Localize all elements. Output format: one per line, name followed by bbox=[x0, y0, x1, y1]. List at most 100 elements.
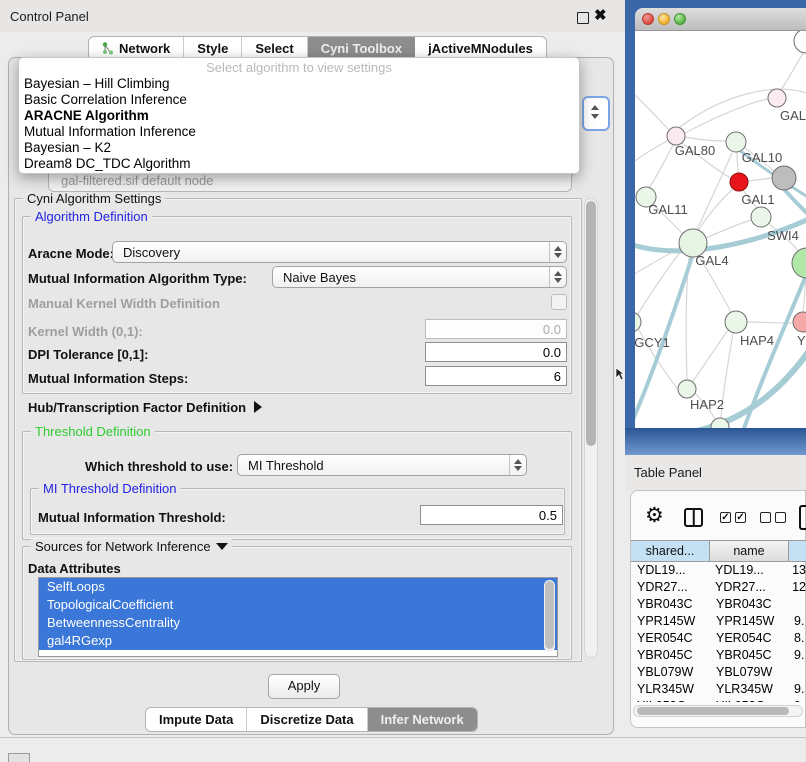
deselect-all-checkboxes-icon[interactable] bbox=[760, 512, 786, 523]
table-row[interactable]: YBR045CYBR045C9. bbox=[631, 647, 806, 664]
select-all-checkboxes-icon[interactable]: ✓✓ bbox=[720, 512, 746, 523]
manual-kernel-checkbox[interactable] bbox=[551, 294, 567, 310]
dpi-tolerance-label: DPI Tolerance [0,1]: bbox=[28, 347, 148, 362]
network-node-hap2[interactable] bbox=[678, 380, 696, 398]
algorithm-option[interactable]: Bayesian – Hill Climbing bbox=[19, 76, 579, 92]
table-row[interactable]: YDR27...YDR27...12 bbox=[631, 579, 806, 596]
table-cell: YER054C bbox=[710, 630, 789, 647]
network-node[interactable] bbox=[794, 31, 806, 53]
bottom-corner-button[interactable] bbox=[8, 753, 30, 762]
float-window-button[interactable] bbox=[577, 12, 589, 24]
table-hscrollbar-thumb[interactable] bbox=[637, 707, 789, 715]
network-node-gal1[interactable] bbox=[730, 173, 748, 191]
table-row[interactable]: YPR145WYPR145W9. bbox=[631, 613, 806, 630]
gear-icon[interactable]: ⚙ bbox=[645, 505, 664, 526]
algorithm-option[interactable]: ARACNE Algorithm bbox=[19, 108, 579, 124]
table-row[interactable]: YBL079WYBL079W bbox=[631, 664, 806, 681]
network-frame-band bbox=[625, 428, 806, 455]
table-cell: YDL19... bbox=[709, 562, 787, 579]
tab-network-label: Network bbox=[119, 41, 170, 56]
manual-kernel-label: Manual Kernel Width Definition bbox=[28, 296, 220, 311]
network-node[interactable] bbox=[772, 166, 796, 190]
focused-spinner-remnant[interactable] bbox=[582, 96, 610, 131]
which-threshold-combo[interactable]: MI Threshold bbox=[237, 454, 527, 476]
kernel-width-field[interactable]: 0.0 bbox=[425, 319, 567, 339]
algorithm-dropdown-placeholder: Select algorithm to view settings bbox=[19, 58, 579, 76]
mi-type-combo[interactable]: Naive Bayes bbox=[272, 266, 567, 288]
algorithm-option[interactable]: Mutual Information Inference bbox=[19, 124, 579, 140]
network-node-y[interactable] bbox=[793, 312, 806, 332]
network-node-label: GCY1 bbox=[635, 335, 670, 350]
close-window-icon[interactable] bbox=[642, 13, 654, 25]
hub-definition-toggle[interactable]: Hub/Transcription Factor Definition bbox=[28, 400, 262, 415]
data-attributes-label: Data Attributes bbox=[28, 561, 121, 576]
aracne-mode-value: Discovery bbox=[113, 245, 549, 260]
table-cell: YBR043C bbox=[710, 596, 789, 613]
bottom-divider bbox=[0, 737, 806, 738]
network-edge bbox=[698, 190, 732, 231]
network-node-swi4[interactable] bbox=[751, 207, 771, 227]
network-edge bbox=[743, 278, 805, 428]
attributes-scrollbar[interactable] bbox=[544, 580, 555, 652]
table-row[interactable]: YER054CYER054C8. bbox=[631, 630, 806, 647]
network-canvas[interactable]: GALGAL80GAL10GAL1GAL11SWI4GAL4GCY1HAP4YH… bbox=[635, 31, 806, 428]
column-header-name[interactable]: name bbox=[710, 540, 789, 562]
attributes-scrollbar-thumb[interactable] bbox=[545, 581, 554, 649]
tab-infer-network[interactable]: Infer Network bbox=[368, 708, 477, 731]
kernel-width-label: Kernel Width (0,1): bbox=[28, 324, 143, 339]
network-node-gal[interactable] bbox=[768, 89, 786, 107]
network-window-titlebar[interactable] bbox=[635, 8, 806, 31]
aracne-mode-combo[interactable]: Discovery bbox=[112, 241, 567, 263]
network-node-hap4[interactable] bbox=[725, 311, 747, 333]
mi-steps-label: Mutual Information Steps: bbox=[28, 371, 188, 386]
split-columns-icon[interactable] bbox=[684, 508, 703, 527]
dpi-tolerance-field[interactable]: 0.0 bbox=[425, 342, 567, 362]
table-row[interactable]: YIL052CYIL052C9 bbox=[631, 698, 806, 702]
algorithm-option[interactable]: Basic Correlation Inference bbox=[19, 92, 579, 108]
settings-scrollbar[interactable] bbox=[584, 198, 598, 658]
network-node[interactable] bbox=[792, 248, 806, 278]
which-threshold-value: MI Threshold bbox=[238, 458, 509, 473]
close-panel-button[interactable]: ✖ bbox=[594, 6, 607, 24]
network-edge bbox=[635, 91, 668, 129]
table-row[interactable]: YBR043CYBR043C bbox=[631, 596, 806, 613]
column-header-shared[interactable]: shared... bbox=[631, 540, 710, 562]
data-attribute-item[interactable]: SelfLoops bbox=[39, 578, 557, 596]
data-attribute-item[interactable]: gal4RGexp bbox=[39, 632, 557, 650]
network-node-gcy1[interactable] bbox=[635, 312, 641, 332]
table-cell: YBR045C bbox=[710, 647, 789, 664]
table-cell: YDR27... bbox=[631, 579, 709, 596]
table-panel-title: Table Panel bbox=[634, 465, 702, 480]
algorithm-option[interactable]: Dream8 DC_TDC Algorithm bbox=[19, 156, 579, 172]
apply-button[interactable]: Apply bbox=[268, 674, 340, 699]
zoom-window-icon[interactable] bbox=[674, 13, 686, 25]
tab-discretize-data[interactable]: Discretize Data bbox=[247, 708, 367, 731]
table-cell: 9 bbox=[789, 698, 801, 702]
data-attribute-item[interactable]: TopologicalCoefficient bbox=[39, 596, 557, 614]
mi-steps-field[interactable]: 6 bbox=[425, 366, 567, 386]
combo-stepper-icon bbox=[549, 242, 566, 262]
mi-threshold-field[interactable]: 0.5 bbox=[420, 505, 563, 525]
table-row[interactable]: YDL19...YDL19...13 bbox=[631, 562, 806, 579]
network-node-gal10[interactable] bbox=[726, 132, 746, 152]
tab-impute-data[interactable]: Impute Data bbox=[146, 708, 247, 731]
table-hscrollbar[interactable] bbox=[633, 705, 803, 717]
network-edge bbox=[685, 137, 727, 141]
minimize-window-icon[interactable] bbox=[658, 13, 670, 25]
sources-legend[interactable]: Sources for Network Inference bbox=[31, 539, 232, 554]
collapse-down-icon bbox=[216, 543, 228, 550]
table-row[interactable]: YLR345WYLR345W9. bbox=[631, 681, 806, 698]
network-edge bbox=[685, 99, 769, 133]
data-attributes-list: SelfLoopsTopologicalCoefficientBetweenne… bbox=[38, 577, 558, 657]
table-cell: 12 bbox=[787, 579, 806, 596]
table-body: YDL19...YDL19...13YDR27...YDR27...12YBR0… bbox=[631, 562, 806, 702]
algorithm-option[interactable]: Bayesian – K2 bbox=[19, 140, 579, 156]
data-attribute-item[interactable]: BetweennessCentrality bbox=[39, 614, 557, 632]
document-icon[interactable] bbox=[799, 505, 806, 530]
column-header-partial[interactable] bbox=[789, 540, 806, 562]
table-cell: YBL079W bbox=[631, 664, 710, 681]
network-node-label: Y bbox=[797, 333, 806, 348]
table-cell: 9. bbox=[789, 647, 804, 664]
network-node-label: GAL10 bbox=[742, 150, 782, 165]
settings-scrollbar-thumb[interactable] bbox=[586, 201, 596, 446]
